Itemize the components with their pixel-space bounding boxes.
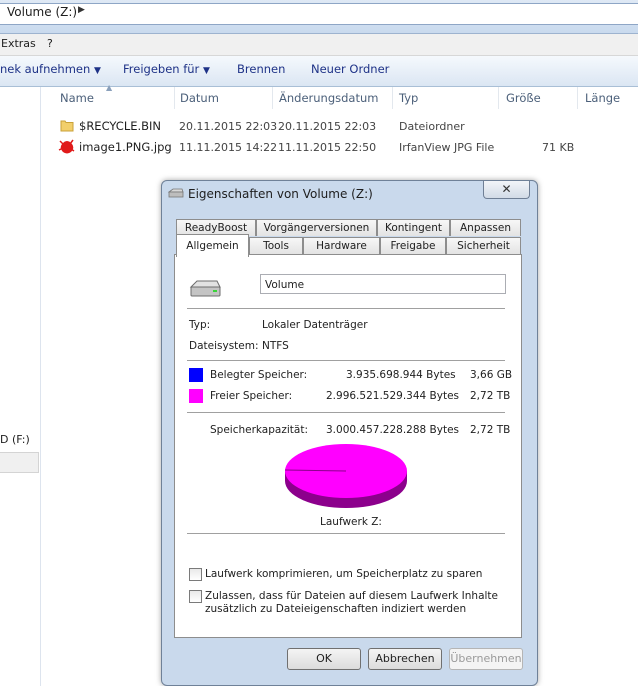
menu-extras[interactable]: Extras bbox=[1, 37, 36, 50]
tab-customize[interactable]: Anpassen bbox=[450, 219, 521, 236]
column-divider[interactable] bbox=[392, 87, 393, 109]
index-checkbox[interactable] bbox=[189, 590, 202, 603]
free-space-swatch bbox=[189, 389, 203, 403]
column-header-date[interactable]: Datum bbox=[180, 91, 219, 105]
column-divider[interactable] bbox=[577, 87, 578, 109]
toolbar-include-library-button[interactable]: nek aufnehmen ▼ bbox=[0, 62, 101, 76]
divider bbox=[187, 412, 505, 413]
chevron-down-icon: ▼ bbox=[93, 66, 101, 76]
capacity-label: Speicherkapazität: bbox=[210, 424, 308, 436]
file-modified: 20.11.2015 22:03 bbox=[278, 120, 377, 133]
cancel-button[interactable]: Abbrechen bbox=[368, 648, 442, 670]
column-header-type[interactable]: Typ bbox=[399, 91, 418, 105]
file-modified: 11.11.2015 22:50 bbox=[278, 141, 377, 154]
divider bbox=[187, 360, 505, 361]
column-header-length[interactable]: Länge bbox=[585, 91, 620, 105]
file-row[interactable]: image1.PNG.jpg 11.11.2015 14:22 11.11.20… bbox=[58, 138, 638, 156]
tab-quota[interactable]: Kontingent bbox=[377, 219, 450, 236]
column-divider[interactable] bbox=[272, 87, 273, 109]
compress-checkbox[interactable] bbox=[189, 568, 202, 581]
tab-hardware[interactable]: Hardware bbox=[303, 237, 380, 254]
file-row[interactable]: $RECYCLE.BIN 20.11.2015 22:03 20.11.2015… bbox=[58, 117, 638, 135]
compress-label[interactable]: Laufwerk komprimieren, um Speicherplatz … bbox=[205, 568, 482, 580]
file-name: $RECYCLE.BIN bbox=[79, 119, 162, 133]
sort-up-icon: ▲ bbox=[106, 83, 113, 92]
column-divider[interactable] bbox=[498, 87, 499, 109]
type-value: Lokaler Datenträger bbox=[262, 319, 368, 331]
toolbar-burn-button[interactable]: Brennen bbox=[237, 62, 285, 76]
address-bar[interactable] bbox=[0, 3, 638, 25]
file-size: 71 KB bbox=[542, 141, 575, 154]
ok-button[interactable]: OK bbox=[287, 648, 361, 670]
menu-help[interactable]: ? bbox=[47, 37, 53, 50]
file-type: Dateiordner bbox=[399, 120, 465, 133]
filesystem-label: Dateisystem: bbox=[189, 340, 259, 352]
column-header-name[interactable]: Name bbox=[60, 91, 94, 105]
file-date: 20.11.2015 22:03 bbox=[179, 120, 278, 133]
address-text: Volume (Z:) bbox=[7, 5, 78, 19]
tab-general[interactable]: Allgemein bbox=[176, 234, 249, 257]
capacity-human: 2,72 TB bbox=[470, 424, 511, 436]
free-space-label: Freier Speicher: bbox=[210, 390, 293, 402]
toolbar-new-folder-button[interactable]: Neuer Ordner bbox=[311, 62, 389, 76]
type-label: Typ: bbox=[189, 319, 211, 331]
apply-button[interactable]: Übernehmen bbox=[449, 648, 523, 670]
free-space-bytes: 2.996.521.529.344 Bytes bbox=[326, 390, 459, 402]
toolbar-share-button[interactable]: Freigeben für ▼ bbox=[123, 62, 210, 76]
used-space-label: Belegter Speicher: bbox=[210, 369, 308, 381]
file-type: IrfanView JPG File bbox=[399, 141, 495, 154]
column-header-size[interactable]: Größe bbox=[506, 91, 541, 105]
used-space-bytes: 3.935.698.944 Bytes bbox=[346, 369, 456, 381]
nav-drive-f[interactable]: D (F:) bbox=[0, 433, 30, 446]
free-space-human: 2,72 TB bbox=[470, 390, 511, 402]
tab-tools[interactable]: Tools bbox=[249, 237, 303, 254]
toolbar-include-label: nek aufnehmen bbox=[0, 62, 91, 76]
capacity-bytes: 3.000.457.228.288 Bytes bbox=[326, 424, 459, 436]
column-divider[interactable] bbox=[174, 87, 175, 109]
tab-previous-versions[interactable]: Vorgängerversionen bbox=[256, 219, 377, 236]
drive-label: Laufwerk Z: bbox=[320, 516, 382, 528]
folder-icon bbox=[60, 120, 74, 132]
tab-security[interactable]: Sicherheit bbox=[446, 237, 521, 254]
volume-name-input[interactable]: Volume bbox=[260, 274, 506, 294]
dialog-title: Eigenschaften von Volume (Z:) bbox=[188, 187, 373, 201]
navigation-pane bbox=[0, 87, 41, 686]
breadcrumb-arrow-icon[interactable]: ▶ bbox=[78, 5, 85, 15]
column-header-modified[interactable]: Änderungsdatum bbox=[279, 91, 378, 105]
file-date: 11.11.2015 14:22 bbox=[179, 141, 278, 154]
index-label-line2[interactable]: zusätzlich zu Dateieigenschaften indizie… bbox=[205, 603, 466, 615]
chevron-down-icon: ▼ bbox=[202, 66, 210, 76]
tab-sharing[interactable]: Freigabe bbox=[380, 237, 446, 254]
toolbar-share-label: Freigeben für bbox=[123, 62, 200, 76]
close-button[interactable]: ✕ bbox=[483, 181, 530, 199]
nav-selected-item[interactable] bbox=[0, 452, 39, 473]
divider bbox=[187, 308, 505, 309]
menu-bar bbox=[0, 34, 638, 56]
drive-icon bbox=[167, 188, 184, 198]
file-name: image1.PNG.jpg bbox=[79, 140, 172, 154]
used-space-swatch bbox=[189, 368, 203, 382]
irfanview-icon bbox=[58, 139, 75, 154]
volume-drive-icon bbox=[189, 280, 221, 297]
index-label-line1[interactable]: Zulassen, dass für Dateien auf diesem La… bbox=[205, 590, 498, 602]
divider bbox=[187, 533, 505, 534]
filesystem-value: NTFS bbox=[262, 340, 289, 352]
used-space-human: 3,66 GB bbox=[470, 369, 513, 381]
close-icon: ✕ bbox=[501, 182, 512, 196]
disk-usage-pie-chart bbox=[284, 444, 407, 508]
